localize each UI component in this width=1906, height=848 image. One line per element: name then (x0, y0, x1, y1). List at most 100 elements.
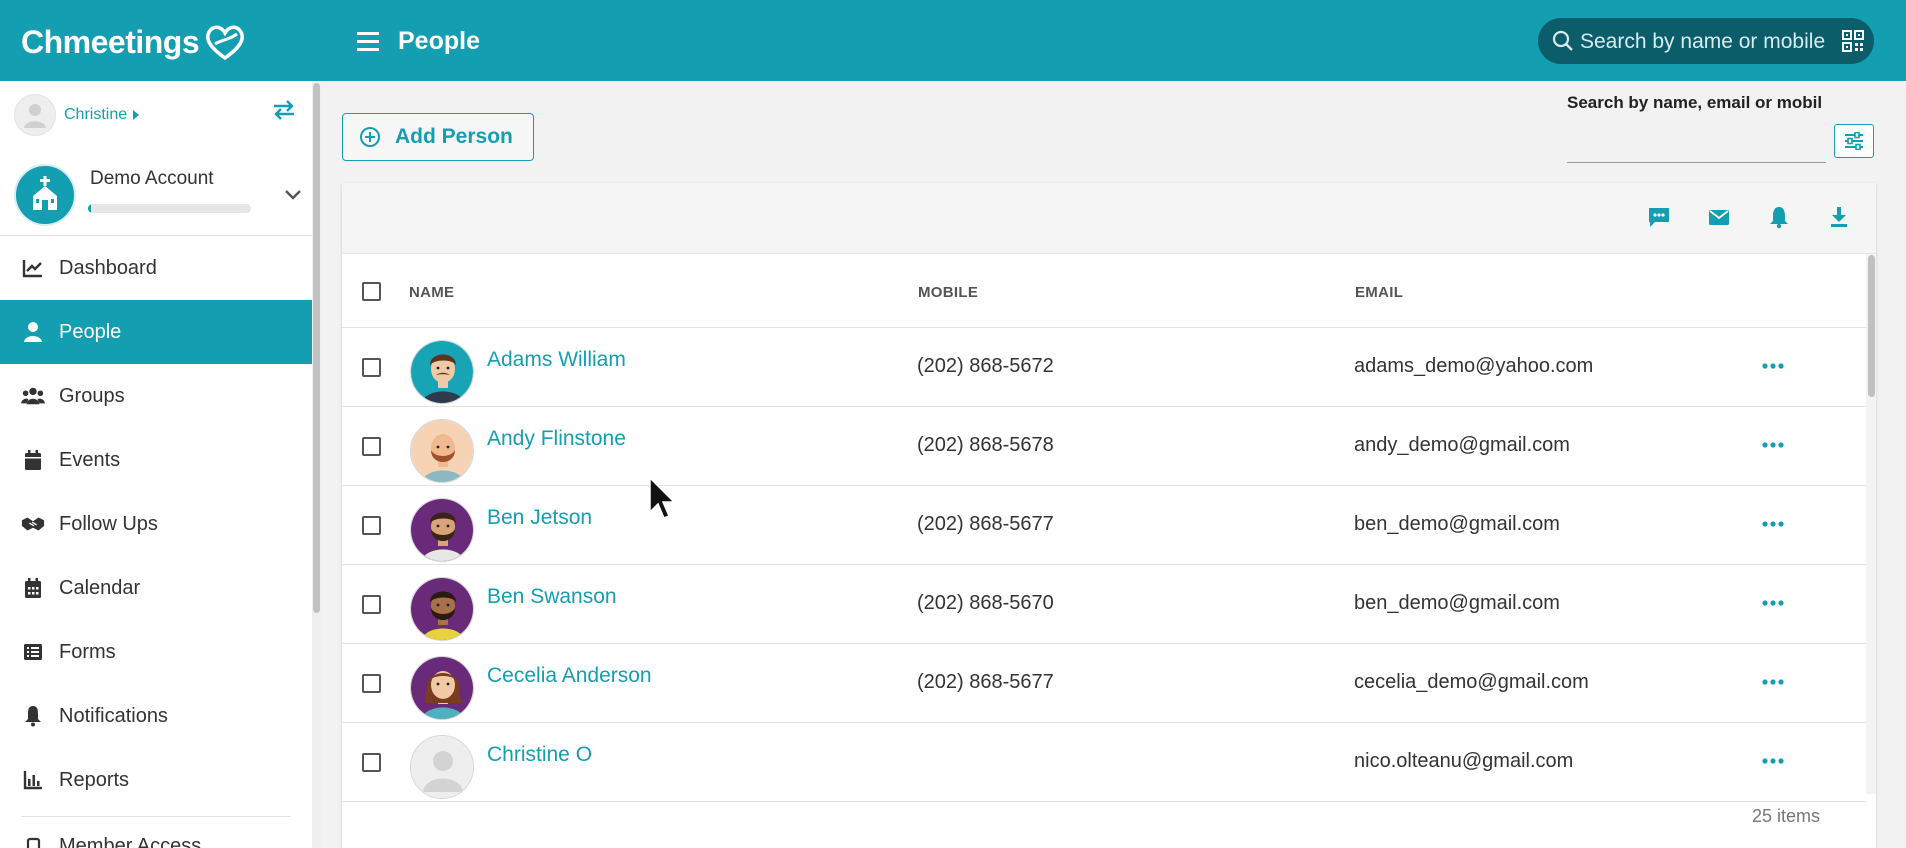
calendar-icon (21, 449, 45, 471)
row-checkbox[interactable] (362, 437, 381, 456)
sms-icon[interactable] (1647, 205, 1671, 229)
more-options-icon[interactable] (1762, 757, 1784, 765)
table-row[interactable]: Cecelia Anderson (202) 868-5677 cecelia_de… (342, 644, 1866, 723)
caret-right-icon (133, 110, 140, 120)
chevron-down-icon[interactable] (284, 189, 302, 201)
table-row[interactable]: Andy Flinstone (202) 868-5678 andy_demo@gm… (342, 407, 1866, 486)
person-email: ben_demo@gmail.com (1354, 513, 1560, 535)
sidebar-item-reports[interactable]: Reports (0, 748, 312, 812)
person-name-link[interactable]: Cecelia Anderson (487, 664, 652, 688)
bell-icon[interactable] (1767, 205, 1791, 229)
user-avatar (14, 94, 56, 136)
item-count: 25 items (1752, 806, 1821, 826)
bell-icon (21, 705, 45, 727)
person-avatar (410, 656, 474, 720)
table-row[interactable]: Ben Jetson (202) 868-5677 ben_demo@gmail.c… (342, 486, 1866, 565)
add-person-button[interactable]: Add Person (342, 113, 534, 161)
user-name: Christine (64, 106, 128, 123)
account-progress-fill (88, 204, 92, 213)
plus-circle-icon (360, 127, 380, 147)
people-table-card: NAME MOBILE EMAIL Adams William (202) 868… (342, 183, 1876, 848)
sidebar-divider-bottom (21, 816, 291, 817)
person-mobile: (202) 868-5678 (917, 434, 1054, 456)
mobile-icon (26, 837, 41, 848)
more-options-icon[interactable] (1762, 362, 1784, 370)
logo-heart-icon (206, 25, 245, 61)
table-scrollbar-thumb[interactable] (1868, 255, 1875, 397)
app-logo[interactable]: Chmeetings (21, 20, 247, 64)
calendar-grid-icon (21, 577, 45, 599)
person-mobile: (202) 868-5677 (917, 513, 1054, 535)
sidebar-item-groups[interactable]: Groups (0, 364, 312, 428)
table-row[interactable]: Adams William (202) 868-5672 adams_demo@ya… (342, 328, 1866, 407)
download-icon[interactable] (1827, 205, 1851, 229)
column-header-name[interactable]: NAME (409, 284, 454, 301)
person-icon (21, 321, 45, 343)
sidebar-item-notifications[interactable]: Notifications (0, 684, 312, 748)
account-switcher[interactable]: Demo Account (14, 164, 304, 226)
more-options-icon[interactable] (1762, 599, 1784, 607)
filter-search-label: Search by name, email or mobile (1567, 93, 1822, 112)
row-checkbox[interactable] (362, 516, 381, 535)
account-name: Demo Account (90, 168, 214, 189)
person-avatar (410, 419, 474, 483)
column-header-mobile[interactable]: MOBILE (918, 284, 978, 301)
qr-code-icon[interactable] (1842, 30, 1864, 52)
row-checkbox[interactable] (362, 674, 381, 693)
sidebar-item-dashboard[interactable]: Dashboard (0, 236, 312, 300)
person-avatar (410, 340, 474, 404)
person-avatar (410, 577, 474, 641)
sidebar-item-calendar[interactable]: Calendar (0, 556, 312, 620)
person-mobile: (202) 868-5677 (917, 671, 1054, 693)
person-email: adams_demo@yahoo.com (1354, 355, 1594, 377)
user-menu[interactable]: Christine (14, 94, 141, 136)
sidebar-item-follow-ups[interactable]: Follow Ups (0, 492, 312, 556)
filter-settings-button[interactable] (1834, 124, 1874, 158)
list-icon (21, 642, 45, 662)
person-name-link[interactable]: Andy Flinstone (487, 427, 626, 451)
column-header-email[interactable]: EMAIL (1355, 284, 1403, 301)
chart-line-icon (21, 258, 45, 278)
filter-search-input[interactable] (1567, 124, 1826, 163)
select-all-checkbox[interactable] (362, 282, 381, 301)
church-icon (14, 164, 76, 226)
switch-account-icon[interactable] (272, 99, 296, 121)
row-checkbox[interactable] (362, 358, 381, 377)
table-toolbar (342, 183, 1876, 254)
person-mobile: (202) 868-5670 (917, 592, 1054, 614)
bar-chart-icon (21, 770, 45, 790)
handshake-icon (21, 514, 45, 534)
person-email: nico.olteanu@gmail.com (1354, 750, 1574, 772)
more-options-icon[interactable] (1762, 678, 1784, 686)
person-email: cecelia_demo@gmail.com (1354, 671, 1589, 693)
global-search-box[interactable] (1538, 18, 1874, 66)
sidebar: Christine Demo Account Dashboard People Gr… (0, 81, 312, 848)
sidebar-item-label: Member Access (59, 835, 202, 848)
table-row[interactable]: Christine O nico.olteanu@gmail.com (342, 723, 1866, 802)
email-icon[interactable] (1707, 205, 1731, 229)
person-name-link[interactable]: Ben Swanson (487, 585, 617, 609)
sidebar-item-label: Forms (59, 640, 116, 663)
person-avatar (410, 498, 474, 562)
sidebar-item-events[interactable]: Events (0, 428, 312, 492)
hamburger-menu-icon[interactable] (355, 25, 383, 57)
table-row[interactable]: Ben Swanson (202) 868-5670 ben_demo@gmail.… (342, 565, 1866, 644)
person-name-link[interactable]: Adams William (487, 348, 626, 372)
sidebar-item-label: Reports (59, 768, 130, 791)
row-checkbox[interactable] (362, 595, 381, 614)
sidebar-item-label: Dashboard (59, 256, 157, 279)
sidebar-nav: Dashboard People Groups Events Follow Ups Cal… (0, 236, 312, 812)
account-progress-bar (88, 204, 251, 213)
more-options-icon[interactable] (1762, 520, 1784, 528)
sidebar-item-member-access[interactable]: Member Access (21, 835, 201, 848)
person-name-link[interactable]: Ben Jetson (487, 506, 592, 530)
table-header: NAME MOBILE EMAIL (342, 254, 1866, 328)
sidebar-scrollbar-thumb[interactable] (313, 83, 320, 613)
row-checkbox[interactable] (362, 753, 381, 772)
person-name-link[interactable]: Christine O (487, 743, 592, 767)
sidebar-item-people[interactable]: People (0, 300, 312, 364)
global-search-input[interactable] (1578, 18, 1832, 66)
table-body: Adams William (202) 868-5672 adams_demo@ya… (342, 328, 1866, 802)
more-options-icon[interactable] (1762, 441, 1784, 449)
sidebar-item-forms[interactable]: Forms (0, 620, 312, 684)
